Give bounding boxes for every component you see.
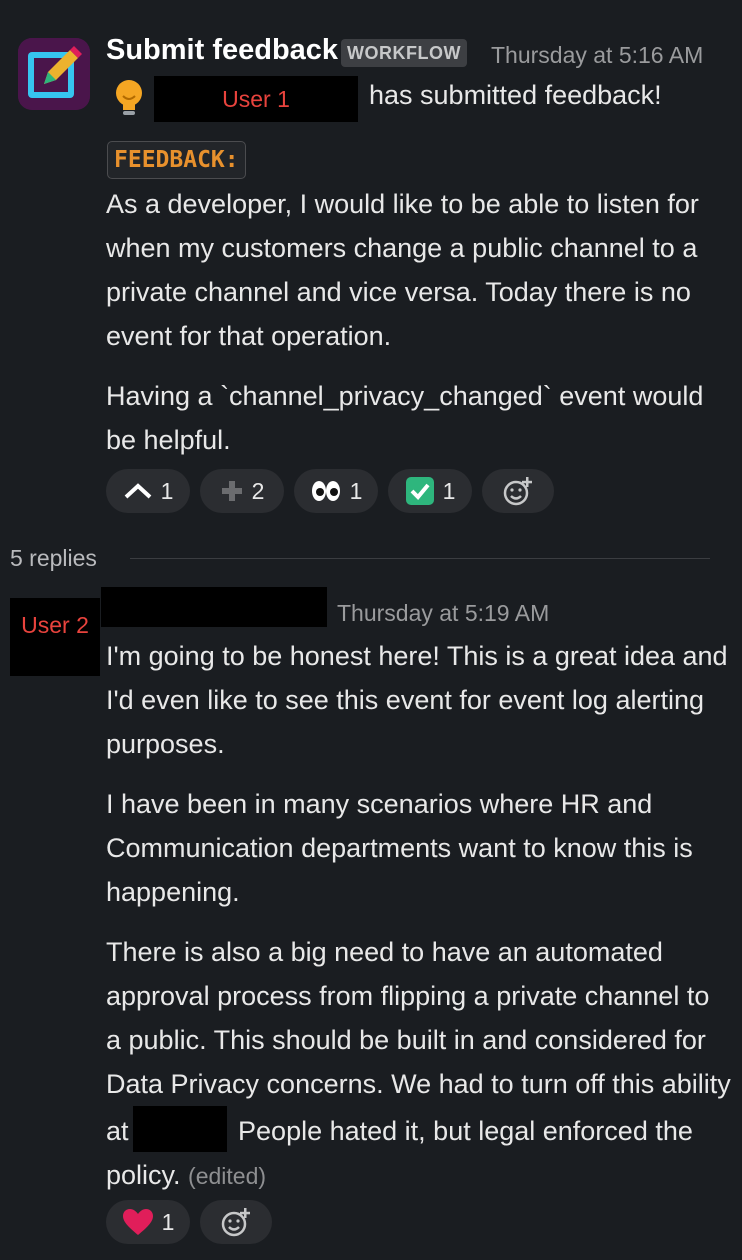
- reply-paragraph: I have been in many scenarios where HR a…: [106, 789, 693, 907]
- reply-paragraph: There is also a big need to have an auto…: [106, 930, 731, 1198]
- reaction-check[interactable]: 1: [388, 469, 472, 513]
- reaction-count: 1: [442, 477, 456, 504]
- reaction-eyes[interactable]: 1: [294, 469, 378, 513]
- reply-timestamp[interactable]: Thursday at 5:19 AM: [337, 600, 549, 627]
- feedback-code-label: FEEDBACK:: [107, 141, 246, 179]
- plus-icon: [221, 481, 242, 501]
- reaction-count: 1: [160, 477, 174, 504]
- add-emoji-icon: [503, 477, 532, 506]
- reply-paragraph: I'm going to be honest here! This is a g…: [106, 641, 728, 759]
- app-name[interactable]: Submit feedback: [106, 34, 338, 67]
- feedback-paragraph: As a developer, I would like to be able …: [106, 189, 699, 351]
- check-mark-icon: [405, 477, 434, 505]
- add-reaction-button[interactable]: [482, 469, 554, 513]
- feedback-paragraph: Having a `channel_privacy_changed` event…: [106, 381, 704, 455]
- user-mention[interactable]: User 1: [154, 76, 358, 122]
- heart-icon: [122, 1209, 153, 1235]
- lightbulb-icon: [108, 76, 150, 120]
- reaction-upvote[interactable]: 1: [106, 469, 190, 513]
- reaction-count: 1: [161, 1208, 175, 1235]
- eyes-icon: [311, 481, 340, 501]
- add-reaction-button[interactable]: [200, 1200, 272, 1244]
- workflow-badge: WORKFLOW: [341, 39, 467, 67]
- redacted-user-name[interactable]: [101, 587, 327, 627]
- workflow-app-icon[interactable]: [18, 38, 90, 110]
- reaction-count: 1: [349, 477, 363, 504]
- replies-count[interactable]: 5 replies: [10, 545, 97, 572]
- submitted-text: has submitted feedback!: [369, 80, 662, 110]
- reaction-plus[interactable]: 2: [200, 469, 284, 513]
- message-timestamp[interactable]: Thursday at 5:16 AM: [491, 42, 703, 69]
- upvote-caret-icon: [124, 483, 151, 499]
- add-emoji-icon: [221, 1208, 250, 1237]
- edited-label: (edited): [188, 1163, 267, 1189]
- thread-divider: [130, 558, 710, 559]
- avatar-user-label: User 2: [21, 612, 89, 638]
- redacted-company: [132, 1106, 227, 1152]
- reaction-heart[interactable]: 1: [106, 1200, 190, 1244]
- reaction-count: 2: [251, 477, 265, 504]
